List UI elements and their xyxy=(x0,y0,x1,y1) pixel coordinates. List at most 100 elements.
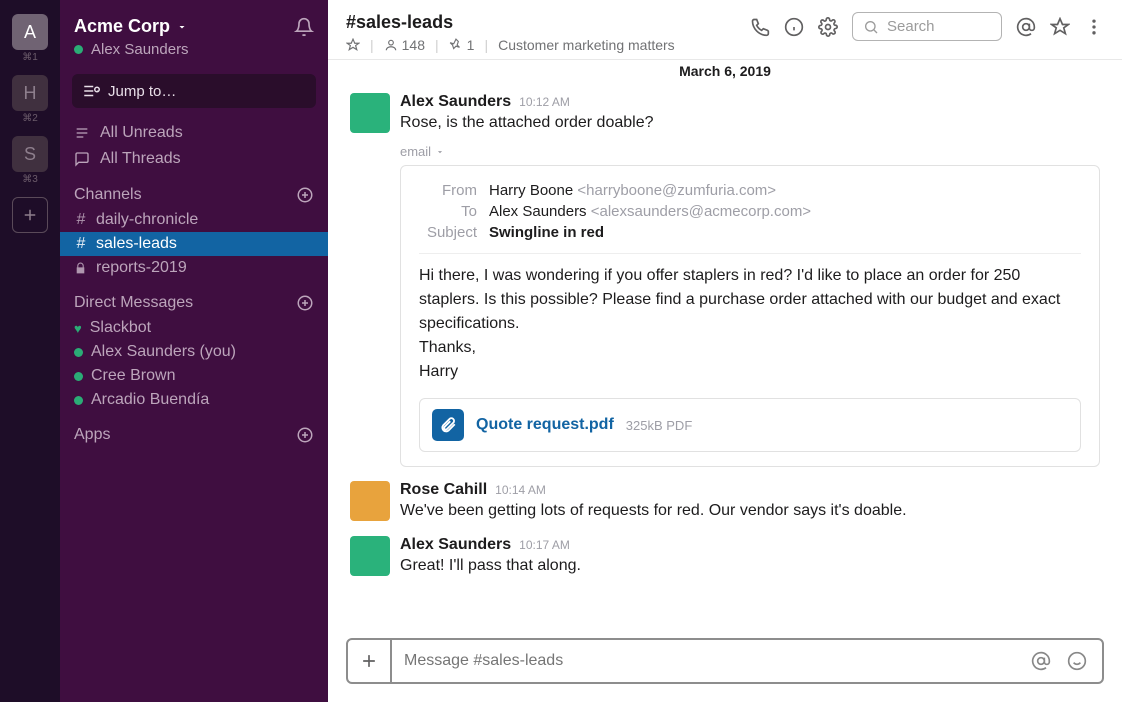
composer-attach-button[interactable] xyxy=(348,640,392,682)
message-time: 10:14 AM xyxy=(495,483,546,497)
channel-header: #sales-leads | 148 | 1 | Customer market… xyxy=(328,0,1122,60)
avatar[interactable] xyxy=(350,536,390,576)
workspace-item[interactable]: A ⌘1 xyxy=(12,14,48,63)
message-composer[interactable] xyxy=(346,638,1104,684)
avatar[interactable] xyxy=(350,93,390,133)
add-dm-button[interactable] xyxy=(296,294,314,312)
email-subject: Swingline in red xyxy=(489,224,604,241)
date-separator: March 6, 2019 xyxy=(328,59,1122,79)
message-author[interactable]: Alex Saunders xyxy=(400,536,511,554)
message[interactable]: Rose Cahill 10:14 AM We've been getting … xyxy=(350,477,1100,532)
current-user: Alex Saunders xyxy=(60,41,328,68)
presence-dot-icon xyxy=(74,348,83,357)
main-pane: #sales-leads | 148 | 1 | Customer market… xyxy=(328,0,1122,702)
sidebar-dm[interactable]: Cree Brown xyxy=(60,364,328,388)
message-list[interactable]: Alex Saunders 10:12 AM Rose, is the atta… xyxy=(328,79,1122,628)
email-body: Hi there, I was wondering if you offer s… xyxy=(419,264,1081,384)
workspace-item[interactable]: H ⌘2 xyxy=(12,75,48,124)
sidebar: Acme Corp Alex Saunders Jump to… All Unr… xyxy=(60,0,328,702)
add-channel-button[interactable] xyxy=(296,186,314,204)
workspace-tile[interactable]: S xyxy=(12,136,48,172)
email-from-label: From xyxy=(419,182,477,199)
channel-star-button[interactable] xyxy=(346,38,360,52)
workspace-tile[interactable]: A xyxy=(12,14,48,50)
email-to-label: To xyxy=(419,203,477,220)
team-name: Acme Corp xyxy=(74,16,170,37)
plus-icon xyxy=(21,206,39,224)
more-icon[interactable] xyxy=(1084,17,1104,37)
star-icon[interactable] xyxy=(1050,17,1070,37)
user-name: Alex Saunders xyxy=(91,41,189,58)
gear-icon[interactable] xyxy=(818,17,838,37)
attachment-name: Quote request.pdf xyxy=(476,416,614,434)
threads-icon xyxy=(74,151,90,167)
jump-to-button[interactable]: Jump to… xyxy=(72,74,316,108)
message[interactable]: Alex Saunders 10:12 AM Rose, is the atta… xyxy=(350,89,1100,144)
attachment-meta: 325kB PDF xyxy=(626,418,692,433)
presence-dot-icon xyxy=(74,396,83,405)
email-attachment[interactable]: Quote request.pdf 325kB PDF xyxy=(419,398,1081,452)
channel-topic[interactable]: Customer marketing matters xyxy=(498,37,675,53)
star-icon xyxy=(346,38,360,52)
sidebar-channel[interactable]: reports-2019 xyxy=(60,256,328,280)
bell-icon[interactable] xyxy=(294,17,314,37)
workspace-shortcut: ⌘2 xyxy=(22,113,38,124)
info-icon[interactable] xyxy=(784,17,804,37)
message-author[interactable]: Rose Cahill xyxy=(400,481,487,499)
workspace-tile[interactable]: H xyxy=(12,75,48,111)
message-author[interactable]: Alex Saunders xyxy=(400,93,511,111)
avatar[interactable] xyxy=(350,481,390,521)
email-subject-label: Subject xyxy=(419,224,477,241)
sidebar-channel[interactable]: # sales-leads xyxy=(60,232,328,256)
heart-icon: ♥ xyxy=(74,321,82,336)
email-card: From Harry Boone <harryboone@zumfuria.co… xyxy=(400,165,1100,467)
caret-down-icon xyxy=(435,147,445,157)
hash-icon: # xyxy=(74,211,88,229)
apps-section-header[interactable]: Apps xyxy=(60,412,328,448)
hash-icon: # xyxy=(74,235,88,253)
workspace-item[interactable]: S ⌘3 xyxy=(12,136,48,185)
workspace-rail: A ⌘1 H ⌘2 S ⌘3 xyxy=(0,0,60,702)
composer-mention-button[interactable] xyxy=(1026,651,1056,671)
add-app-button[interactable] xyxy=(296,426,314,444)
person-icon xyxy=(384,38,398,52)
smile-icon xyxy=(1067,651,1087,671)
composer-emoji-button[interactable] xyxy=(1062,651,1092,671)
all-threads-link[interactable]: All Threads xyxy=(60,146,328,172)
chevron-down-icon xyxy=(176,21,188,33)
plus-icon xyxy=(359,651,379,671)
add-workspace-button[interactable] xyxy=(12,197,48,233)
sidebar-dm[interactable]: Alex Saunders (you) xyxy=(60,340,328,364)
message-text: We've been getting lots of requests for … xyxy=(400,499,907,522)
dm-section-header[interactable]: Direct Messages xyxy=(60,280,328,316)
channels-section-header[interactable]: Channels xyxy=(60,172,328,208)
phone-icon[interactable] xyxy=(750,17,770,37)
channel-members-button[interactable]: 148 xyxy=(384,37,425,53)
pin-icon xyxy=(449,38,463,52)
channel-pins-button[interactable]: 1 xyxy=(449,37,475,53)
paperclip-icon xyxy=(432,409,464,441)
sidebar-channel[interactable]: # daily-chronicle xyxy=(60,208,328,232)
sidebar-dm[interactable]: Arcadio Buendía xyxy=(60,388,328,412)
divider xyxy=(419,253,1081,254)
mentions-icon[interactable] xyxy=(1016,17,1036,37)
message[interactable]: Alex Saunders 10:17 AM Great! I'll pass … xyxy=(350,532,1100,587)
workspace-shortcut: ⌘1 xyxy=(22,52,38,63)
sidebar-dm[interactable]: ♥ Slackbot xyxy=(60,316,328,340)
lock-icon xyxy=(74,262,88,275)
search-input[interactable]: Search xyxy=(852,12,1002,41)
presence-dot-icon xyxy=(74,372,83,381)
team-switcher[interactable]: Acme Corp xyxy=(74,16,188,37)
message-time: 10:17 AM xyxy=(519,538,570,552)
message-text: Rose, is the attached order doable? xyxy=(400,111,654,134)
workspace-shortcut: ⌘3 xyxy=(22,174,38,185)
email-expand-toggle[interactable]: email xyxy=(400,144,1100,159)
all-unreads-link[interactable]: All Unreads xyxy=(60,120,328,146)
presence-dot-icon xyxy=(74,45,83,54)
at-icon xyxy=(1031,651,1051,671)
channel-name[interactable]: #sales-leads xyxy=(346,12,675,33)
message-text: Great! I'll pass that along. xyxy=(400,554,581,577)
unreads-icon xyxy=(74,125,90,141)
composer-input[interactable] xyxy=(392,642,1026,680)
jump-to-label: Jump to… xyxy=(108,83,176,100)
